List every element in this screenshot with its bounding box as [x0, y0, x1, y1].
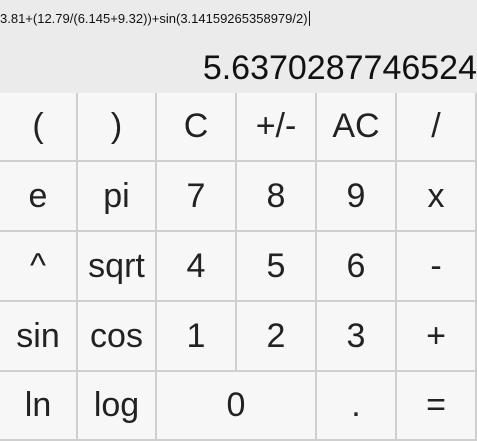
e-constant-button[interactable]: e	[0, 162, 78, 232]
divide-button[interactable]: /	[397, 93, 477, 162]
sqrt-button[interactable]: sqrt	[78, 232, 157, 302]
calculator-display: 3.81+(12.79/(6.145+9.32))+sin(3.14159265…	[0, 0, 477, 93]
close-paren-button[interactable]: )	[78, 93, 157, 162]
power-button[interactable]: ^	[0, 232, 78, 302]
ln-button[interactable]: ln	[0, 372, 78, 441]
digit-2-button[interactable]: 2	[237, 302, 317, 372]
expression-text: 3.81+(12.79/(6.145+9.32))+sin(3.14159265…	[0, 11, 308, 26]
digit-3-button[interactable]: 3	[317, 302, 397, 372]
clear-button[interactable]: C	[157, 93, 237, 162]
log-button[interactable]: log	[78, 372, 157, 441]
digit-0-button[interactable]: 0	[157, 372, 317, 441]
subtract-button[interactable]: -	[397, 232, 477, 302]
digit-8-button[interactable]: 8	[237, 162, 317, 232]
sin-button[interactable]: sin	[0, 302, 78, 372]
keypad: ( ) C +/- AC / e pi 7 8 9 x ^ sqrt 4 5 6…	[0, 93, 477, 441]
digit-9-button[interactable]: 9	[317, 162, 397, 232]
digit-1-button[interactable]: 1	[157, 302, 237, 372]
text-caret	[308, 11, 310, 26]
add-button[interactable]: +	[397, 302, 477, 372]
digit-5-button[interactable]: 5	[237, 232, 317, 302]
open-paren-button[interactable]: (	[0, 93, 78, 162]
equals-button[interactable]: =	[397, 372, 477, 441]
negate-button[interactable]: +/-	[237, 93, 317, 162]
decimal-point-button[interactable]: .	[317, 372, 397, 441]
digit-4-button[interactable]: 4	[157, 232, 237, 302]
multiply-button[interactable]: x	[397, 162, 477, 232]
result-display: 5.6370287746524	[202, 49, 477, 87]
pi-button[interactable]: pi	[78, 162, 157, 232]
digit-7-button[interactable]: 7	[157, 162, 237, 232]
cos-button[interactable]: cos	[78, 302, 157, 372]
all-clear-button[interactable]: AC	[317, 93, 397, 162]
expression-input-line[interactable]: 3.81+(12.79/(6.145+9.32))+sin(3.14159265…	[0, 10, 477, 28]
digit-6-button[interactable]: 6	[317, 232, 397, 302]
